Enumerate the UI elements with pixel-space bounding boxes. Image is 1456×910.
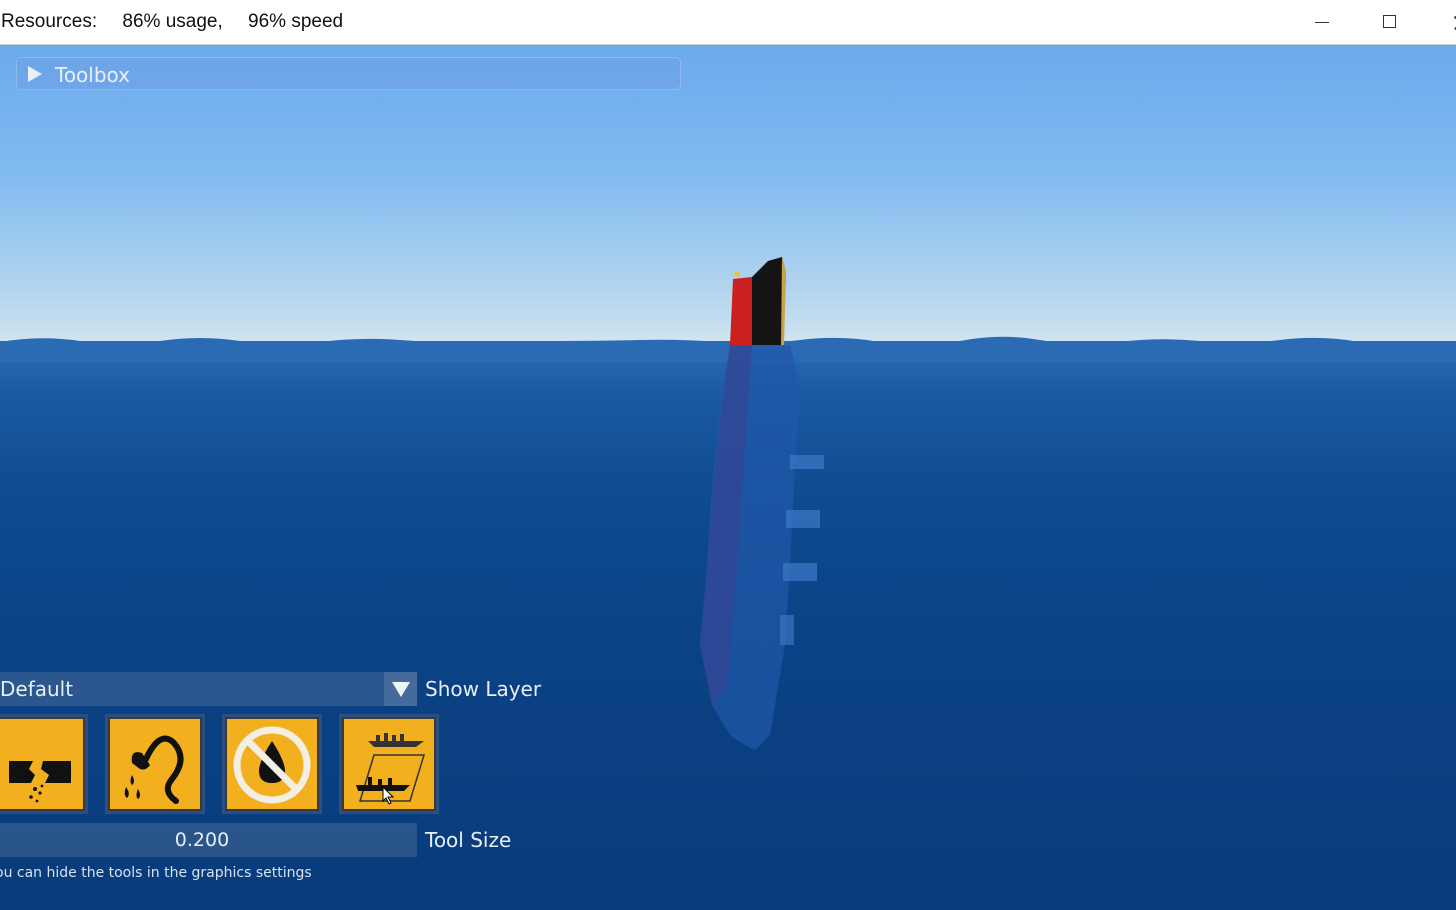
water-pour-tool-button[interactable] (105, 714, 205, 814)
tool-size-label: Tool Size (425, 828, 512, 852)
graphics-hint-text: ou can hide the tools in the graphics se… (0, 865, 312, 881)
break-tool-button[interactable] (0, 714, 88, 814)
resources-label: Resources: (1, 11, 98, 32)
no-water-tool-button[interactable] (222, 714, 322, 814)
resources-usage: 86% usage, (122, 11, 223, 32)
sinking-ship (700, 257, 824, 750)
layer-select[interactable]: Default (0, 672, 417, 706)
game-viewport[interactable]: Toolbox Default Show Layer 0.200 Tool Si… (0, 45, 1456, 910)
expand-arrow-icon (28, 66, 42, 82)
close-button[interactable] (1440, 8, 1456, 36)
tool-size-field[interactable]: 0.200 (0, 823, 417, 857)
minimize-button[interactable] (1306, 8, 1338, 36)
mouse-cursor-icon (382, 786, 395, 805)
maximize-button[interactable] (1374, 8, 1406, 36)
broken-hull-icon (9, 761, 71, 803)
resources-readout: Resources: 86% usage, 96% speed (1, 11, 347, 33)
toolbox-label: Toolbox (55, 63, 130, 87)
resources-speed: 96% speed (248, 11, 344, 32)
window-title-bar: Resources: 86% usage, 96% speed (0, 0, 1456, 45)
toolbox-toggle[interactable]: Toolbox (16, 57, 681, 90)
layer-select-value: Default (0, 677, 74, 701)
dropdown-arrow-icon[interactable] (384, 672, 417, 706)
no-water-icon (233, 726, 311, 804)
pour-water-icon (124, 735, 184, 804)
show-layer-label: Show Layer (425, 677, 542, 701)
tool-size-value: 0.200 (174, 829, 230, 851)
